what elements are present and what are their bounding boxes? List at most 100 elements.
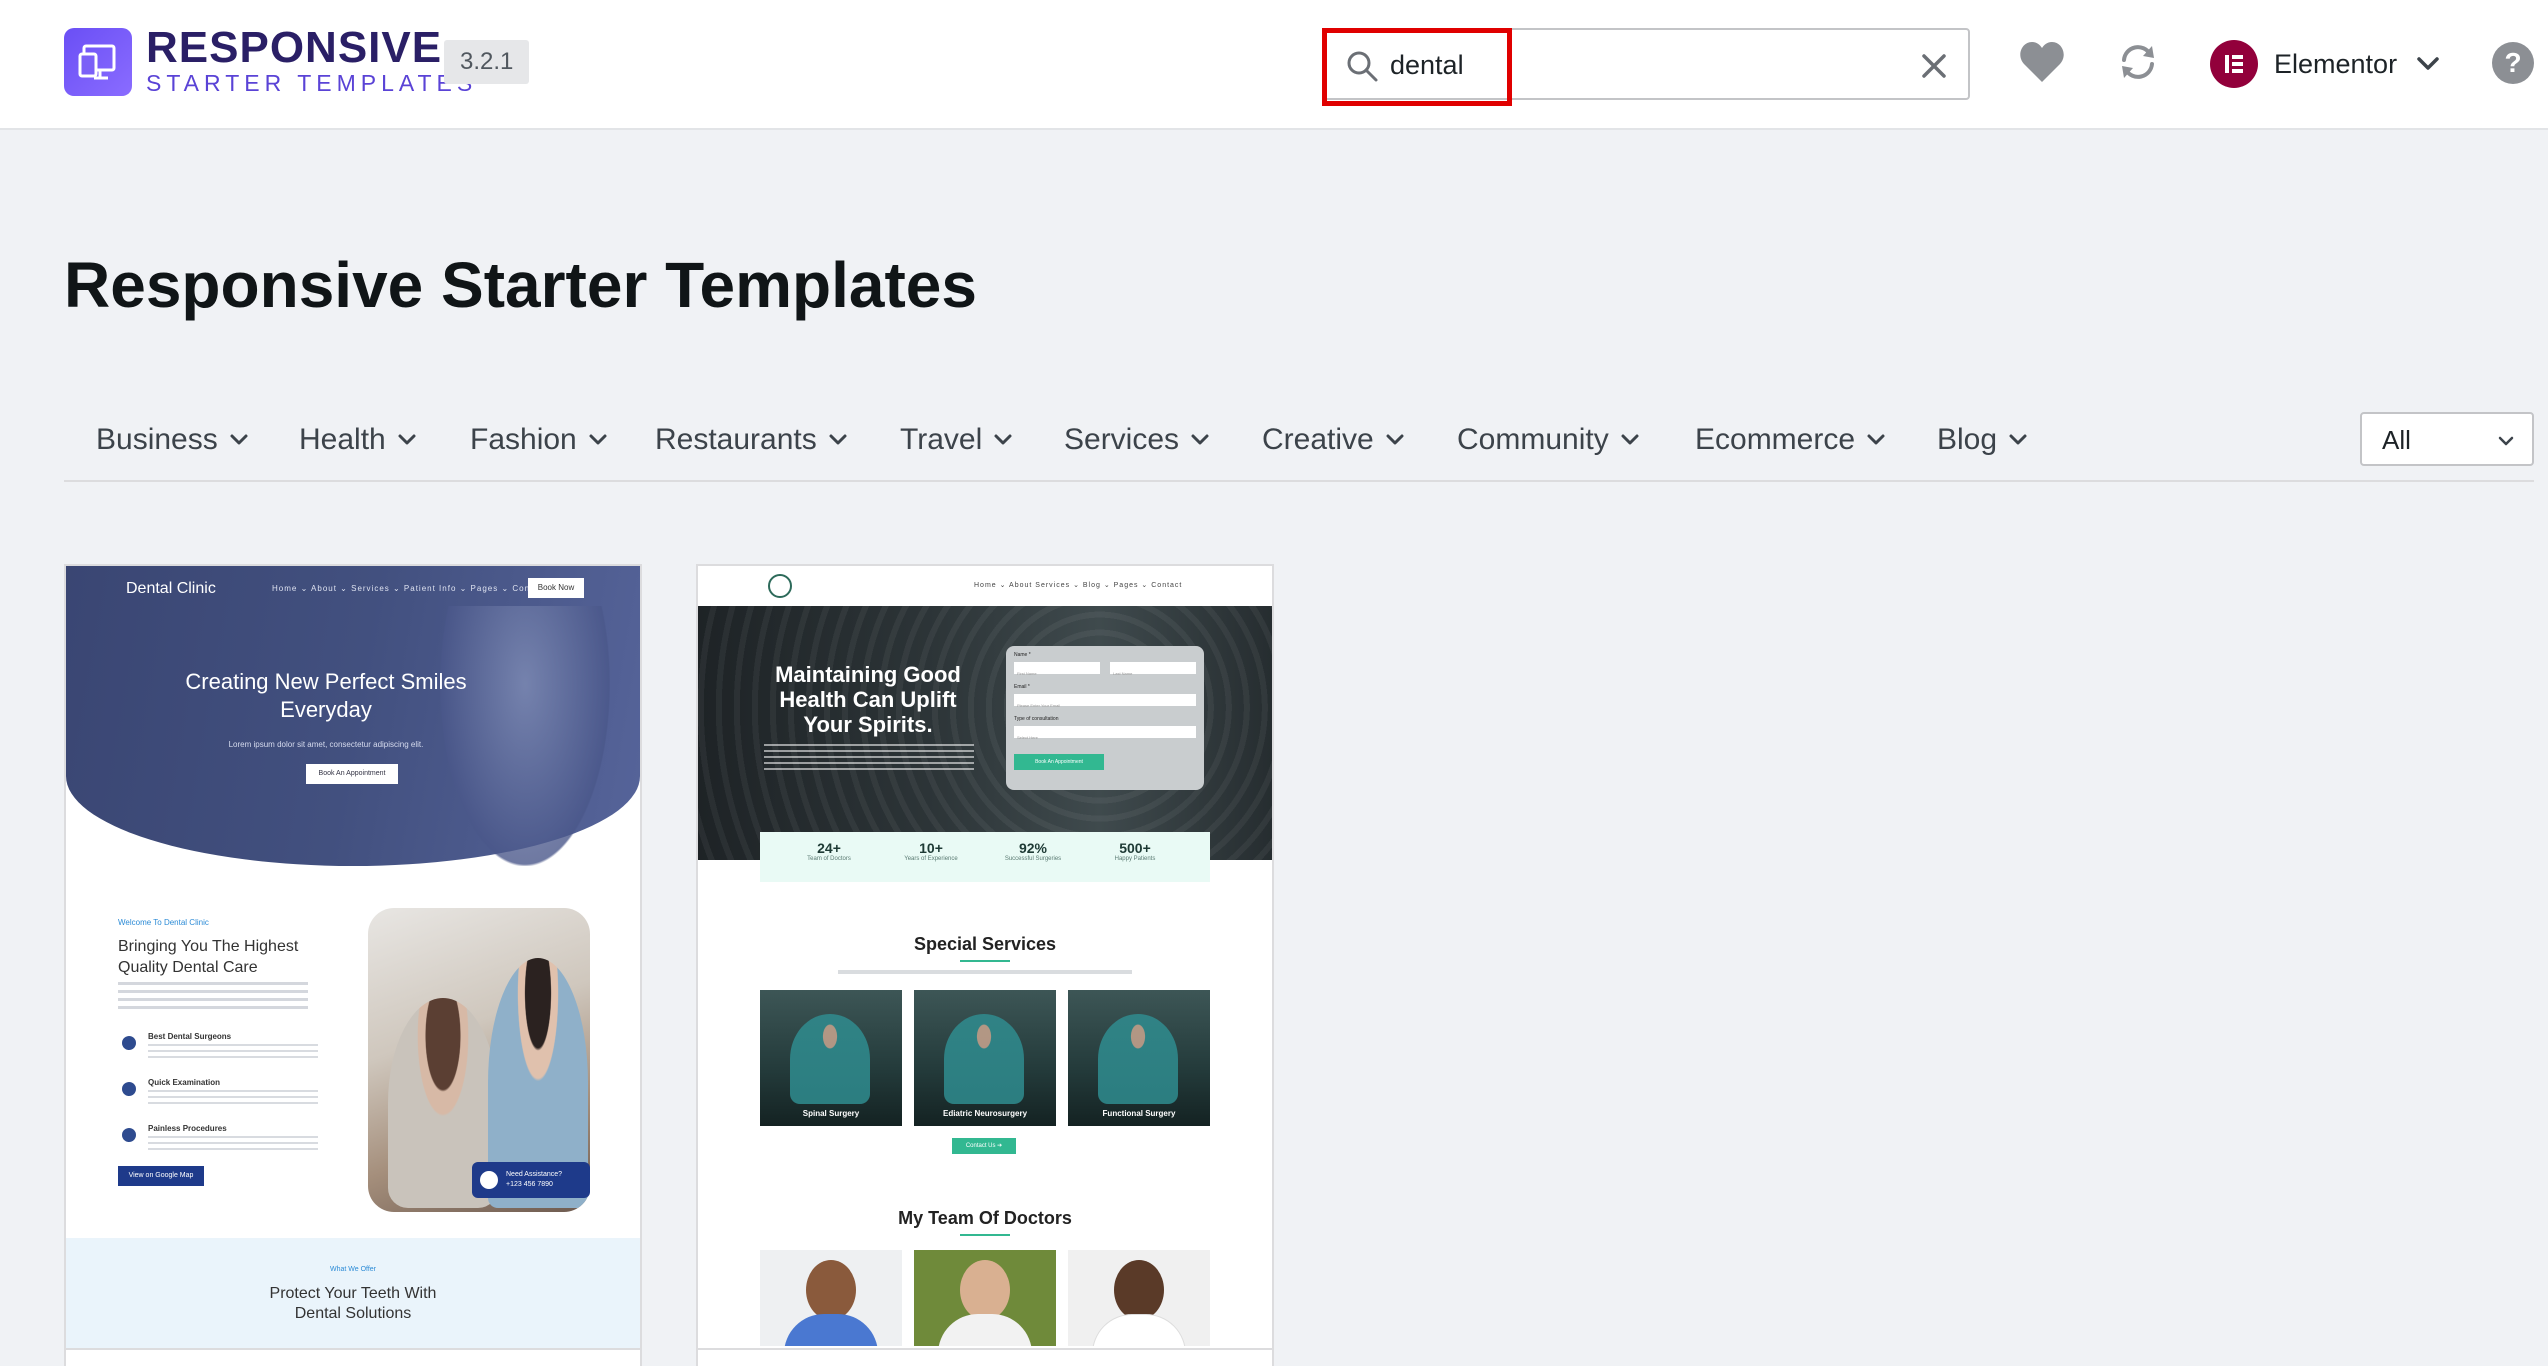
preview-feature-title: Quick Examination xyxy=(148,1078,221,1087)
category-label: Services xyxy=(1064,423,1180,456)
brand-name: RESPONSIVE xyxy=(146,23,443,72)
preview-feature: Painless Procedures xyxy=(118,1124,318,1164)
assist-phone: +123 456 7890 xyxy=(506,1181,553,1188)
category-label: Community xyxy=(1457,423,1609,456)
elementor-logo-icon[interactable] xyxy=(2210,40,2258,88)
surgeon-figure xyxy=(790,1014,870,1104)
template-card-health-clinic[interactable]: Home ⌄ About Services ⌄ Blog ⌄ Pages ⌄ C… xyxy=(696,564,1274,1366)
preview-logo: Dental Clinic xyxy=(126,580,216,597)
preview-services-subtitle xyxy=(838,970,1132,974)
page-builder-label[interactable]: Elementor xyxy=(2274,48,2397,80)
form-last-placeholder: Last Name xyxy=(1113,671,1133,676)
heart-icon[interactable] xyxy=(2018,40,2066,84)
form-last-name: Last Name xyxy=(1110,662,1196,676)
form-type-select: Select Here xyxy=(1014,726,1196,740)
chevron-down-icon xyxy=(1191,434,1209,445)
stat-number: 10+ xyxy=(919,840,943,856)
search-icon xyxy=(1347,51,1378,82)
category-creative[interactable]: Creative xyxy=(1262,420,1406,464)
chevron-down-icon xyxy=(2498,436,2514,446)
category-travel[interactable]: Travel xyxy=(900,420,1014,464)
doctor-body xyxy=(1092,1314,1186,1346)
stat-label: Successful Surgeries xyxy=(1004,856,1062,862)
category-fashion[interactable]: Fashion xyxy=(470,420,609,464)
preview-stats: 24+ Team of Doctors 10+ Years of Experienc… xyxy=(760,832,1210,882)
category-restaurants[interactable]: Restaurants xyxy=(655,420,849,464)
form-email-placeholder: Please Enter Your Email xyxy=(1017,703,1061,708)
doctor-head xyxy=(806,1260,856,1320)
preview-feature: Best Dental Surgeons xyxy=(118,1032,318,1072)
category-label: Travel xyxy=(900,423,983,456)
form-first-placeholder: First Name xyxy=(1017,671,1037,676)
type-filter-select[interactable]: All xyxy=(2360,412,2534,466)
title-underline xyxy=(960,1234,1010,1236)
stat-number: 500+ xyxy=(1119,840,1151,856)
preview-assistance-box: Need Assistance? +123 456 7890 xyxy=(472,1162,590,1198)
form-name-label: Name * xyxy=(1014,652,1031,658)
preview-feature: Quick Examination xyxy=(118,1078,318,1118)
preview-feature-title: Painless Procedures xyxy=(148,1124,227,1133)
preview-map-button: View on Google Map xyxy=(118,1166,204,1186)
preview-offer-section: What We Offer Protect Your Teeth With De… xyxy=(66,1238,640,1348)
chevron-down-icon xyxy=(994,434,1012,445)
chevron-down-icon xyxy=(589,434,607,445)
preview-services-title: Special Services xyxy=(913,934,1057,954)
service-label: Functional Surgery xyxy=(1102,1109,1176,1118)
clear-icon[interactable] xyxy=(1916,48,1952,84)
preview-feature-text xyxy=(148,1044,318,1062)
calendar-icon xyxy=(122,1082,136,1096)
form-type-label: Type of consultation xyxy=(1014,716,1059,722)
chevron-down-icon xyxy=(1621,434,1639,445)
preview-topbar: Home ⌄ About Services ⌄ Blog ⌄ Pages ⌄ C… xyxy=(698,566,1272,606)
preview-feature-title: Best Dental Surgeons xyxy=(148,1032,232,1041)
search-input[interactable] xyxy=(1390,44,1870,86)
preview-offer-heading: Protect Your Teeth With Dental Solutions xyxy=(269,1285,437,1322)
stat-label: Years of Experience xyxy=(904,856,958,862)
chevron-down-icon xyxy=(829,434,847,445)
category-blog[interactable]: Blog xyxy=(1937,420,2029,464)
sync-icon[interactable] xyxy=(2114,38,2162,86)
card-divider xyxy=(66,1348,640,1350)
preview-service-card: Ediatric Neurosurgery xyxy=(914,990,1056,1126)
template-card-dental-clinic[interactable]: Dental Clinic Home ⌄ About ⌄ Services ⌄ … xyxy=(64,564,642,1366)
preview-heading: Bringing You The Highest Quality Dental … xyxy=(118,938,299,976)
form-first-name: First Name xyxy=(1014,662,1100,676)
help-icon[interactable]: ? xyxy=(2492,42,2534,84)
doctor-body xyxy=(938,1314,1032,1346)
top-header: RESPONSIVE STARTER TEMPLATES 3.2.1 Eleme… xyxy=(0,0,2548,130)
category-label: Blog xyxy=(1937,423,1998,456)
form-submit-button: Book An Appointment xyxy=(1014,754,1104,770)
doctor-body xyxy=(784,1314,878,1346)
form-select-placeholder: Select Here xyxy=(1017,735,1038,740)
category-business[interactable]: Business xyxy=(96,420,250,464)
category-services[interactable]: Services xyxy=(1064,420,1211,464)
filter-selected-value: All xyxy=(2382,425,2411,455)
category-health[interactable]: Health xyxy=(299,420,418,464)
service-label: Ediatric Neurosurgery xyxy=(942,1109,1028,1118)
preview-book-button: Book Now xyxy=(528,578,584,598)
preview-hero-subtitle: Lorem ipsum dolor sit amet, consectetur … xyxy=(228,740,424,749)
surgeon-figure xyxy=(944,1014,1024,1104)
preview-logo-icon xyxy=(768,574,792,598)
title-underline xyxy=(960,960,1010,962)
category-nav: Business Health Fashion Restaurants Trav… xyxy=(64,410,2534,482)
phone-icon xyxy=(480,1171,498,1189)
service-label: Spinal Surgery xyxy=(802,1109,860,1118)
doctor-head xyxy=(1114,1260,1164,1320)
category-community[interactable]: Community xyxy=(1457,420,1641,464)
category-label: Restaurants xyxy=(655,423,817,456)
preview-service-card: Spinal Surgery xyxy=(760,990,902,1126)
category-label: Fashion xyxy=(470,423,577,456)
preview-stat: 24+ Team of Doctors xyxy=(774,840,884,862)
chevron-down-icon[interactable] xyxy=(2414,50,2442,78)
category-ecommerce[interactable]: Ecommerce xyxy=(1695,420,1887,464)
preview-nav: Home ⌄ About Services ⌄ Blog ⌄ Pages ⌄ C… xyxy=(974,582,1183,589)
search-box[interactable] xyxy=(1322,28,1970,100)
preview-stat: 92% Successful Surgeries xyxy=(978,840,1088,862)
chevron-down-icon xyxy=(1386,434,1404,445)
preview-appointment-button: Book An Appointment xyxy=(306,764,398,784)
responsive-logo-icon[interactable] xyxy=(64,28,132,96)
stat-label: Happy Patients xyxy=(1114,856,1156,862)
doctor-head xyxy=(960,1260,1010,1320)
surgeon-figure xyxy=(1098,1014,1178,1104)
